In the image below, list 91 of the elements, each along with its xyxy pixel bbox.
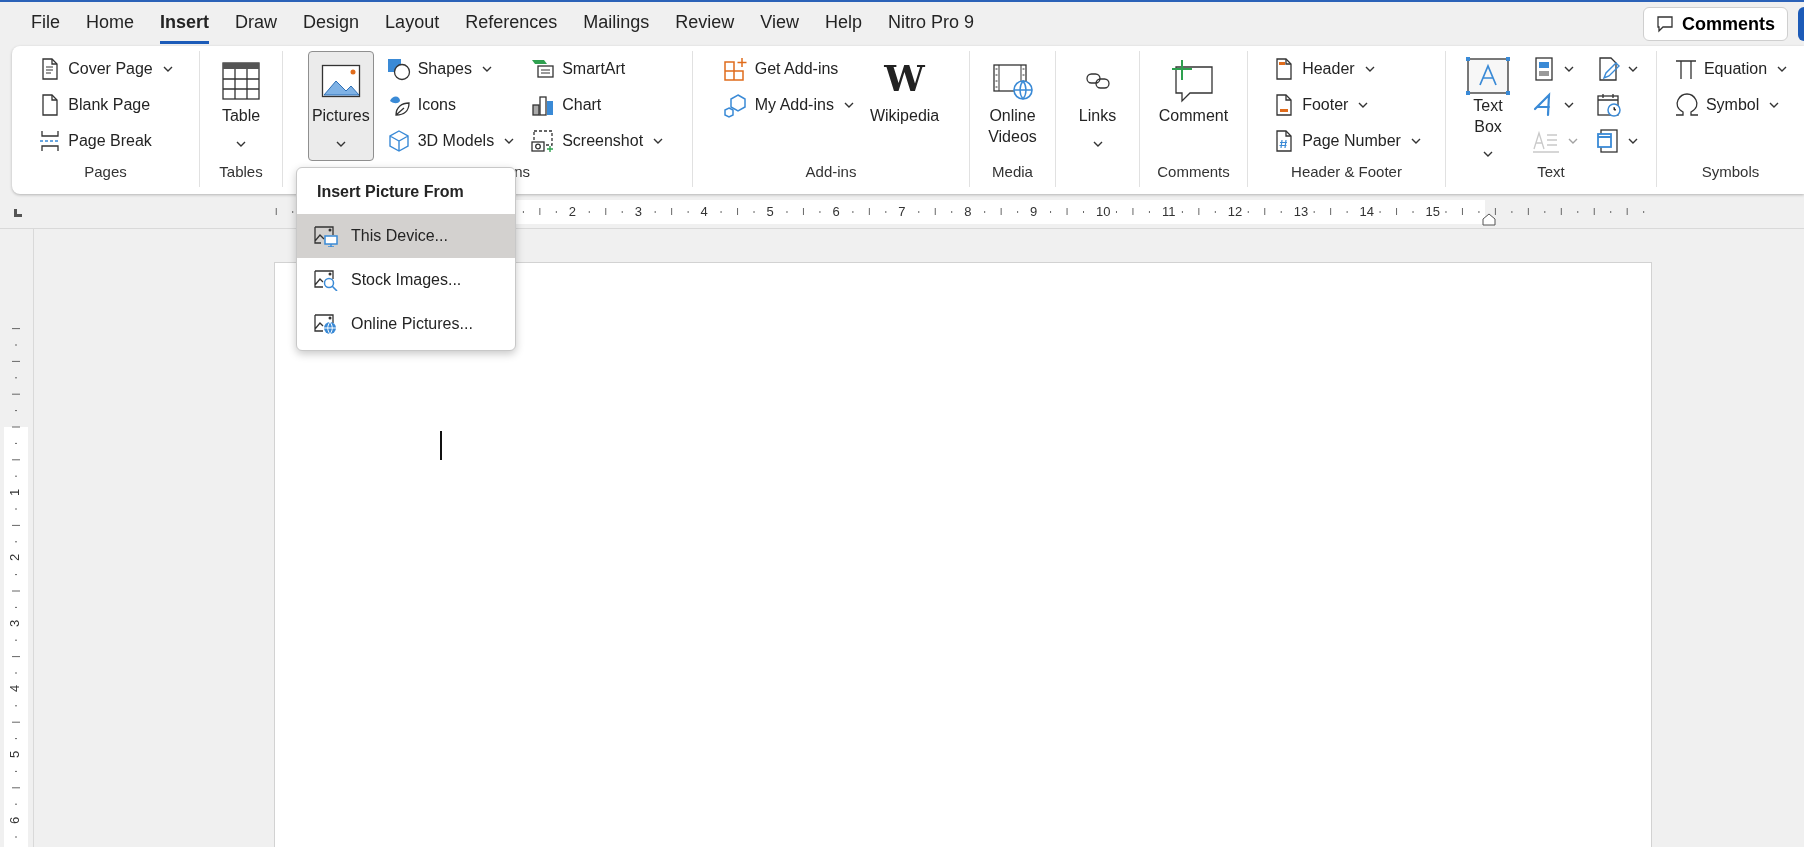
menu-title: Insert Picture From	[316, 182, 465, 202]
ruler-number: 8	[964, 204, 972, 218]
ribbon-button[interactable]: Online Videos	[980, 51, 1045, 161]
ruler-number: 3	[8, 619, 22, 627]
ribbon-tab[interactable]: Insert	[147, 4, 223, 44]
group-label: Media	[992, 163, 1033, 180]
ribbon-button[interactable]: 3D Models	[381, 123, 519, 159]
ribbon-button[interactable]: Pictures	[307, 51, 374, 161]
ribbon-button[interactable]: W Wikipedia	[865, 51, 944, 161]
text-cursor	[440, 431, 442, 460]
group-label: Pages	[84, 163, 127, 180]
signature-line-icon	[1596, 56, 1620, 82]
picture-magnifier-icon	[313, 269, 339, 291]
group-label: Tables	[219, 163, 263, 180]
ruler-number: 9	[1030, 204, 1038, 218]
ruler-number: 6	[8, 816, 22, 824]
ruler-number: 2	[8, 554, 22, 562]
ruler-number: 11	[1161, 204, 1176, 218]
menu-item[interactable]: Online Pictures...	[297, 302, 515, 346]
ruler-number: 12	[1227, 204, 1243, 218]
speech-bubble-icon	[1656, 15, 1674, 33]
ribbon-tab[interactable]: References	[452, 4, 571, 44]
ribbon-button[interactable]: Page Break	[34, 123, 177, 159]
drop-cap-icon	[1532, 129, 1560, 153]
ribbon-tab[interactable]: Draw	[222, 4, 291, 44]
omega-icon	[1673, 92, 1700, 118]
ruler-number: 14	[1359, 204, 1375, 218]
group-label: Add-ins	[805, 163, 857, 180]
shapes-icon	[385, 57, 412, 81]
ruler-number: 10	[1096, 204, 1111, 218]
quick-parts-icon	[1532, 56, 1556, 82]
share-button[interactable]	[1798, 7, 1804, 41]
ribbon-button[interactable]: SmartArt	[526, 51, 668, 87]
ribbon-tab[interactable]: File	[18, 4, 73, 44]
ribbon-button[interactable]: Symbol	[1669, 87, 1792, 123]
ribbon-tab[interactable]: Home	[73, 4, 148, 44]
tab-stop-icon[interactable]	[12, 207, 23, 218]
group-label: Text	[1537, 163, 1565, 180]
ribbon-button[interactable]: Header	[1268, 51, 1425, 87]
ribbon-button[interactable]: Cover Page	[34, 51, 177, 87]
ribbon-button[interactable]: Footer	[1268, 87, 1425, 123]
ruler-number: 2	[568, 204, 577, 218]
ruler-number: 6	[832, 204, 840, 218]
menu-item[interactable]: This Device...	[297, 214, 515, 258]
ribbon-tab[interactable]: View	[747, 4, 812, 44]
ribbon-button[interactable]: Table	[211, 51, 271, 161]
chain-link-icon	[1084, 71, 1111, 91]
ruler-number: 5	[766, 204, 774, 218]
ribbon-button[interactable]: Icons	[381, 87, 519, 123]
ribbon-button[interactable]: Shapes	[381, 51, 519, 87]
ruler-number: 5	[8, 750, 22, 759]
object-window-icon	[1596, 128, 1620, 154]
ribbon-button[interactable]: Get Add-ins	[718, 51, 858, 87]
ruler-number: 1	[8, 488, 22, 496]
menu-item[interactable]: Stock Images...	[297, 258, 515, 302]
ribbon-tab[interactable]: Help	[812, 4, 875, 44]
group-label: Comments	[1157, 163, 1230, 180]
pi-icon	[1673, 57, 1698, 81]
ruler-number: 3	[634, 204, 642, 218]
ribbon-tab[interactable]: Layout	[372, 4, 453, 44]
ribbon-tab[interactable]: Review	[662, 4, 748, 44]
ribbon-button[interactable]: Links	[1067, 51, 1128, 161]
group-label: Header & Footer	[1291, 163, 1402, 180]
ribbon-button[interactable]: Page Number	[1268, 123, 1425, 159]
picture-monitor-icon	[313, 225, 339, 247]
film-globe-icon	[991, 61, 1034, 101]
ribbon-button[interactable]: Equation	[1669, 51, 1792, 87]
ruler-number: 13	[1293, 204, 1309, 218]
ribbon-tab[interactable]: Design	[290, 4, 373, 44]
ruler-number: 15	[1425, 204, 1440, 218]
table-grid-icon	[221, 61, 261, 101]
ruler-number: 4	[8, 685, 22, 693]
ribbon-tab[interactable]: Nitro Pro 9	[875, 4, 988, 44]
ribbon-tab[interactable]: Mailings	[570, 4, 663, 44]
squares-plus-icon	[722, 56, 749, 82]
picture-globe-icon	[313, 313, 339, 335]
ribbon-button[interactable]: My Add-ins	[718, 87, 858, 123]
group-label: Symbols	[1701, 163, 1760, 180]
ruler-number: 7	[898, 204, 906, 218]
hexagon-pair-icon	[722, 92, 749, 118]
calendar-clock-icon	[1596, 92, 1622, 118]
text-box-icon	[1465, 56, 1511, 96]
ribbon-button[interactable]: Text Box	[1456, 51, 1520, 161]
ribbon-button[interactable]: Comment	[1154, 51, 1233, 161]
comments-button[interactable]: Comments	[1643, 7, 1788, 41]
smartart-icon	[530, 57, 557, 81]
ruler-number: 4	[700, 204, 708, 218]
ribbon-button[interactable]: Screenshot	[526, 123, 668, 159]
ribbon-button[interactable]: Chart	[526, 87, 668, 123]
picture-icon	[320, 64, 361, 98]
ribbon-button[interactable]: Blank Page	[34, 87, 177, 123]
